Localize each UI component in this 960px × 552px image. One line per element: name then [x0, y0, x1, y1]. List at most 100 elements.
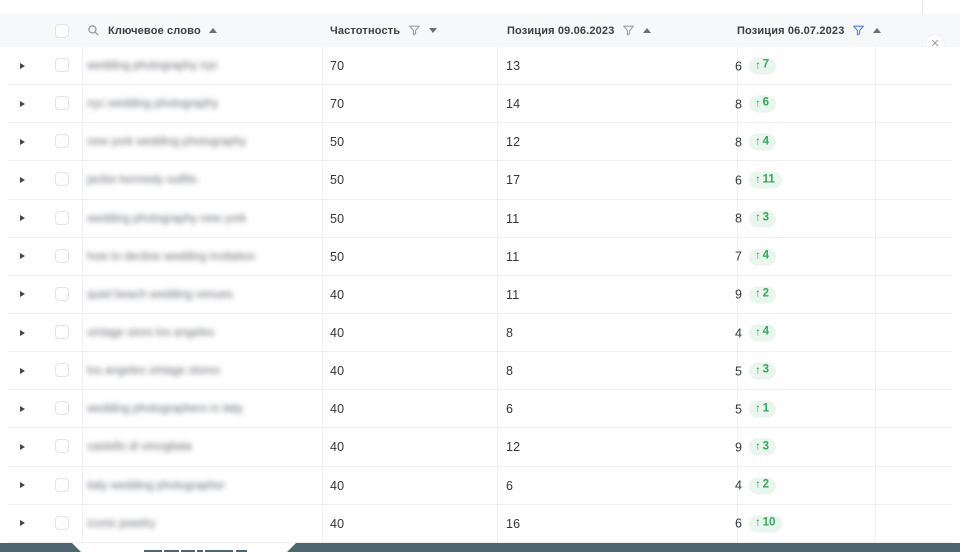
keyword-cell[interactable]: castello di vincigliata: [87, 441, 192, 453]
select-all-checkbox[interactable]: [55, 24, 69, 38]
row-checkbox[interactable]: [55, 478, 69, 492]
frequency-cell: 50: [330, 135, 344, 149]
position-after-value: 6: [735, 59, 742, 73]
row-checkbox[interactable]: [55, 58, 69, 72]
search-icon[interactable]: [87, 24, 100, 37]
expand-row-arrow-icon[interactable]: [20, 101, 25, 107]
expand-row-arrow-icon[interactable]: [20, 406, 25, 412]
position-after-cell: 9 ↑ 2: [735, 286, 776, 303]
arrow-up-icon: ↑: [755, 60, 761, 71]
position-after-value: 4: [735, 479, 742, 493]
table-body: wedding photography nyc 70 13 6 ↑ 7 nyc …: [0, 47, 960, 543]
frequency-cell: 50: [330, 250, 344, 264]
row-checkbox[interactable]: [55, 287, 69, 301]
arrow-up-icon: ↑: [755, 518, 761, 529]
arrow-up-icon: ↑: [755, 251, 761, 262]
keyword-cell[interactable]: nyc wedding photography: [87, 98, 218, 110]
keyword-cell[interactable]: wedding photography nyc: [87, 60, 218, 72]
row-checkbox-wrap: [55, 363, 69, 382]
table-row: how to decline wedding invitation 50 11 …: [0, 238, 960, 276]
table-row: nyc wedding photography 70 14 8 ↑ 6: [0, 85, 960, 123]
expand-row-arrow-icon[interactable]: [20, 253, 25, 259]
frequency-cell: 70: [330, 97, 344, 111]
expand-row-arrow-icon[interactable]: [20, 63, 25, 69]
position-change-badge: ↑ 4: [749, 325, 776, 342]
row-checkbox[interactable]: [55, 401, 69, 415]
frequency-cell: 50: [330, 173, 344, 187]
expand-row-arrow-icon[interactable]: [20, 291, 25, 297]
sort-asc-icon[interactable]: [873, 28, 881, 33]
frequency-cell: 40: [330, 517, 344, 531]
frequency-column-label[interactable]: Частотность: [330, 25, 400, 37]
table-row: jackie kennedy outfits 50 17 6 ↑ 11: [0, 161, 960, 199]
table-header: Ключевое слово Частотность Позиция 09.06…: [0, 14, 960, 47]
filter-funnel-icon[interactable]: [622, 24, 635, 37]
table-row: quiet beach wedding venues 40 11 9 ↑ 2: [0, 276, 960, 314]
position-after-cell: 4 ↑ 4: [735, 325, 776, 342]
position-before-cell: 14: [506, 97, 520, 111]
filter-funnel-active-icon[interactable]: [852, 24, 865, 37]
position-after-value: 8: [735, 212, 742, 226]
keyword-cell[interactable]: wedding photographers in italy: [87, 403, 243, 415]
position-change-badge: ↑ 4: [749, 248, 776, 265]
position-before-column-label[interactable]: Позиция 09.06.2023: [507, 25, 614, 37]
position-after-cell: 6 ↑ 11: [735, 172, 782, 189]
row-checkbox[interactable]: [55, 172, 69, 186]
position-change-value: 3: [763, 441, 769, 453]
keyword-cell[interactable]: new york wedding photography: [87, 136, 246, 148]
position-before-cell: 11: [506, 212, 519, 226]
column-header-position-after: Позиция 06.07.2023: [737, 14, 881, 47]
row-checkbox[interactable]: [55, 249, 69, 263]
expand-row-arrow-icon[interactable]: [20, 444, 25, 450]
row-checkbox[interactable]: [55, 516, 69, 530]
sort-asc-icon[interactable]: [643, 28, 651, 33]
expand-row-arrow-icon[interactable]: [20, 215, 25, 221]
arrow-up-icon: ↑: [755, 289, 761, 300]
keyword-cell[interactable]: italy wedding photographer: [87, 480, 225, 492]
sort-desc-icon[interactable]: [429, 28, 437, 33]
position-before-cell: 12: [506, 440, 520, 454]
position-after-cell: 6 ↑ 7: [735, 58, 776, 75]
keyword-cell[interactable]: wedding photography new york: [87, 213, 246, 225]
keyword-cell[interactable]: vintage store los angeles: [87, 327, 214, 339]
row-checkbox[interactable]: [55, 211, 69, 225]
row-checkbox[interactable]: [55, 325, 69, 339]
position-after-value: 8: [735, 97, 742, 111]
row-checkbox-wrap: [55, 401, 69, 420]
row-checkbox[interactable]: [55, 134, 69, 148]
keyword-cell[interactable]: jackie kennedy outfits: [87, 174, 197, 186]
row-checkbox[interactable]: [55, 439, 69, 453]
expand-row-arrow-icon[interactable]: [20, 139, 25, 145]
row-checkbox[interactable]: [55, 96, 69, 110]
column-header-position-before: Позиция 09.06.2023: [507, 14, 651, 47]
arrow-up-icon: ↑: [755, 441, 761, 452]
filter-funnel-icon[interactable]: [408, 24, 421, 37]
keywords-positions-table: Ключевое слово Частотность Позиция 09.06…: [0, 0, 960, 552]
expand-row-arrow-icon[interactable]: [20, 482, 25, 488]
position-change-value: 11: [763, 174, 775, 186]
keyword-column-label[interactable]: Ключевое слово: [108, 25, 201, 37]
keyword-cell[interactable]: how to decline wedding invitation: [87, 251, 255, 263]
position-change-badge: ↑ 2: [749, 477, 776, 494]
expand-row-arrow-icon[interactable]: [20, 177, 25, 183]
row-checkbox[interactable]: [55, 363, 69, 377]
keyword-cell[interactable]: iconic jewelry: [87, 518, 155, 530]
frequency-cell: 50: [330, 212, 344, 226]
position-change-badge: ↑ 7: [749, 58, 776, 75]
position-after-value: 6: [735, 173, 742, 187]
expand-row-arrow-icon[interactable]: [20, 520, 25, 526]
sort-asc-icon[interactable]: [209, 28, 217, 33]
position-after-cell: 8 ↑ 3: [735, 210, 776, 227]
position-change-value: 6: [763, 98, 769, 110]
keyword-cell[interactable]: quiet beach wedding venues: [87, 289, 233, 301]
position-before-cell: 16: [506, 517, 520, 531]
position-after-cell: 8 ↑ 6: [735, 96, 776, 113]
position-after-column-label[interactable]: Позиция 06.07.2023: [737, 25, 844, 37]
position-before-cell: 8: [506, 326, 513, 340]
arrow-up-icon: ↑: [755, 403, 761, 414]
position-after-cell: 8 ↑ 4: [735, 134, 776, 151]
arrow-up-icon: ↑: [755, 98, 761, 109]
expand-row-arrow-icon[interactable]: [20, 368, 25, 374]
expand-row-arrow-icon[interactable]: [20, 330, 25, 336]
keyword-cell[interactable]: los angeles vintage stores: [87, 365, 220, 377]
